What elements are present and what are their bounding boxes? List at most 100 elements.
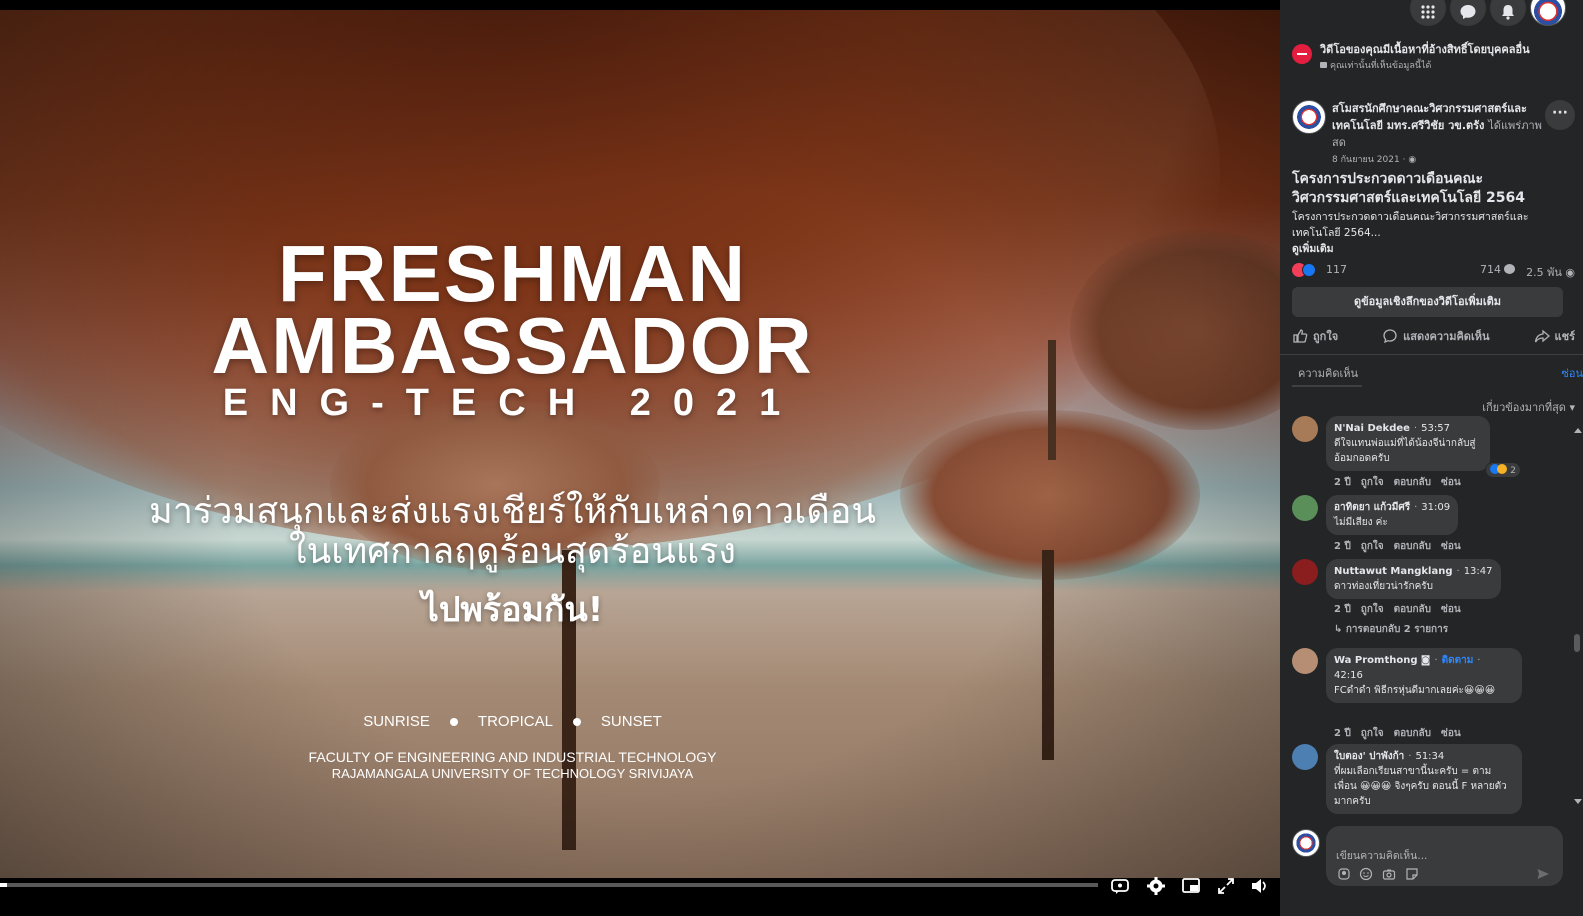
comment-like-button[interactable]: ถูกใจ <box>1361 477 1384 488</box>
comment-label[interactable]: แสดงความคิดเห็น <box>1403 327 1489 345</box>
scroll-down-icon[interactable] <box>1574 799 1582 804</box>
thumbs-up-icon <box>1293 329 1308 343</box>
vignette <box>0 10 1280 878</box>
avatar-sticker-icon[interactable] <box>1337 866 1351 880</box>
comment-like-button[interactable]: ถูกใจ <box>1361 728 1384 739</box>
view-replies-link[interactable]: ↳ การตอบกลับ 2 รายการ <box>1334 622 1448 637</box>
pip-icon[interactable] <box>1180 876 1202 896</box>
view-replies-label[interactable]: การตอบกลับ 2 รายการ <box>1346 624 1448 635</box>
comment-hide-button[interactable]: ซ่อน <box>1441 477 1461 488</box>
comment-count[interactable]: 714 <box>1480 263 1515 276</box>
comment-count-value[interactable]: 714 <box>1480 263 1501 276</box>
comment-age[interactable]: 2 ปี <box>1334 728 1351 739</box>
send-icon[interactable] <box>1536 866 1550 880</box>
progress-bar[interactable] <box>0 883 1098 887</box>
comment-bubble: อาทิตยา แก้วมีศรี · 31:09 ไม่มีเสียง ค่ะ <box>1326 495 1459 535</box>
messenger-button[interactable] <box>1450 0 1486 26</box>
sort-label[interactable]: เกี่ยวข้องมากที่สุด <box>1482 401 1566 414</box>
commenter-name[interactable]: N'Nai Dekdee <box>1334 423 1410 434</box>
post-stats: 117 714 2.5 พัน ◉ <box>1292 262 1575 281</box>
share-label[interactable]: แชร์ <box>1555 327 1575 345</box>
comment-text: ดาวท่องเที่ยวน่ารักครับ <box>1334 581 1433 592</box>
comment-reactions[interactable]: 2 <box>1486 463 1520 477</box>
comment-bubble-icon <box>1504 264 1515 274</box>
comment-age[interactable]: 2 ปี <box>1334 477 1351 488</box>
like-label[interactable]: ถูกใจ <box>1313 327 1338 345</box>
post-date[interactable]: 8 กันยายน 2021 · ◉ <box>1332 152 1416 166</box>
page-avatar[interactable] <box>1292 100 1326 134</box>
tab-comments[interactable]: ความคิดเห็น <box>1298 364 1358 382</box>
commenter-avatar[interactable] <box>1292 495 1318 521</box>
video-title-line2: AMBASSADOR <box>211 301 814 390</box>
comment-text: ที่ผมเลือกเรียนสาขานี้นะครับ = ตามเพื่อน… <box>1334 766 1507 807</box>
minus-circle-icon <box>1292 44 1312 64</box>
comment-button[interactable]: แสดงความคิดเห็น <box>1382 327 1490 345</box>
comment-timestamp[interactable]: 31:09 <box>1421 502 1450 513</box>
warning-text[interactable]: วิดีโอของคุณมีเนื้อหาที่อ้างสิทธิ์โดยบุค… <box>1320 40 1530 58</box>
comment-like-button[interactable]: ถูกใจ <box>1361 604 1384 615</box>
badge-icon: ◙ <box>1420 655 1431 666</box>
share-button[interactable]: แชร์ <box>1534 327 1575 345</box>
comments-scrollbar[interactable] <box>1573 428 1582 804</box>
comment-hide-button[interactable]: ซ่อน <box>1441 728 1461 739</box>
comment-bubble: ใบตอง' ปาพังก้า · 51:34 ที่ผมเลือกเรียนสาข… <box>1326 744 1522 814</box>
copyright-warning: วิดีโอของคุณมีเนื้อหาที่อ้างสิทธิ์โดยบุค… <box>1292 40 1575 74</box>
comment-timestamp[interactable]: 13:47 <box>1464 566 1493 577</box>
video-frame[interactable]: FRESHMAN AMBASSADOR ENG-TECH 2021 มาร่วม… <box>0 10 1280 878</box>
follow-link[interactable]: ติดตาม <box>1442 655 1474 666</box>
comment-reply-button[interactable]: ตอบกลับ <box>1394 477 1431 488</box>
see-more-link[interactable]: ดูเพิ่มเติม <box>1292 240 1334 257</box>
commenter-avatar[interactable] <box>1292 559 1318 585</box>
comment-reply-button[interactable]: ตอบกลับ <box>1394 728 1431 739</box>
video-player[interactable]: FRESHMAN AMBASSADOR ENG-TECH 2021 มาร่วม… <box>0 0 1280 916</box>
commenter-avatar[interactable] <box>1292 416 1318 442</box>
more-options-button[interactable]: ··· <box>1545 100 1575 130</box>
settings-icon[interactable] <box>1145 876 1167 896</box>
comment-like-button[interactable]: ถูกใจ <box>1361 541 1384 552</box>
commenter-avatar[interactable] <box>1292 744 1318 770</box>
notifications-button[interactable] <box>1490 0 1526 26</box>
comment-hide-button[interactable]: ซ่อน <box>1441 541 1461 552</box>
comment-age[interactable]: 2 ปี <box>1334 541 1351 552</box>
sticker-icon[interactable] <box>1405 866 1419 880</box>
commenter-avatar[interactable] <box>1292 648 1318 674</box>
video-insights-button[interactable]: ดูข้อมูลเชิงลึกของวิดีโอเพิ่มเติม <box>1292 287 1563 317</box>
scroll-thumb[interactable] <box>1574 634 1580 652</box>
comment-timestamp[interactable]: 51:34 <box>1415 751 1444 762</box>
separator: · <box>1477 655 1481 666</box>
scroll-up-icon[interactable] <box>1574 428 1582 433</box>
video-thai-text: มาร่วมสนุกและส่งแรงเชียร์ให้กับเหล่าดาวเ… <box>0 492 1025 572</box>
page-name[interactable]: สโมสรนักศึกษาคณะวิศวกรรมศาสตร์และเทคโนโล… <box>1332 100 1547 151</box>
emoji-icon[interactable] <box>1359 866 1373 881</box>
menu-grid-button[interactable] <box>1410 0 1446 26</box>
post-date-label[interactable]: 8 กันยายน 2021 · <box>1332 155 1405 165</box>
sort-dropdown[interactable]: เกี่ยวข้องมากที่สุด ▾ <box>1482 398 1575 416</box>
my-avatar[interactable] <box>1292 829 1320 857</box>
commenter-name[interactable]: Wa Promthong <box>1334 655 1418 666</box>
volume-icon[interactable] <box>1248 876 1270 896</box>
fullscreen-icon[interactable] <box>1215 876 1237 896</box>
comment-reply-button[interactable]: ตอบกลับ <box>1394 604 1431 615</box>
comment-timestamp[interactable]: 42:16 <box>1334 668 1514 683</box>
view-count[interactable]: 2.5 พัน ◉ <box>1526 263 1575 281</box>
messenger-icon <box>1460 5 1476 19</box>
view-count-value[interactable]: 2.5 พัน <box>1526 266 1562 279</box>
camera-icon[interactable] <box>1382 866 1396 880</box>
tab-underline <box>1292 385 1362 387</box>
commenter-name[interactable]: ใบตอง' ปาพังก้า <box>1334 751 1404 762</box>
like-button[interactable]: ถูกใจ <box>1292 327 1338 345</box>
comment-list: N'Nai Dekdee · 53:57 ดีใจแทนพ่อแม่ที่ได้น้… <box>1292 416 1568 814</box>
divider <box>1280 354 1583 355</box>
comment-hide-button[interactable]: ซ่อน <box>1441 604 1461 615</box>
hide-comments-link[interactable]: ซ่อน <box>1561 364 1583 382</box>
account-avatar[interactable] <box>1530 0 1566 26</box>
comment-reply-button[interactable]: ตอบกลับ <box>1394 541 1431 552</box>
comment-meta: 2 ปี ถูกใจ ตอบกลับ ซ่อน <box>1334 475 1471 490</box>
comment-timestamp[interactable]: 53:57 <box>1421 423 1450 434</box>
commenter-name[interactable]: อาทิตยา แก้วมีศรี <box>1334 502 1410 513</box>
video-faculty-line2: RAJAMANGALA UNIVERSITY OF TECHNOLOGY SRI… <box>331 766 694 781</box>
captions-icon[interactable] <box>1109 876 1131 896</box>
commenter-name[interactable]: Nuttawut Mangklang <box>1334 566 1453 577</box>
comment-age[interactable]: 2 ปี <box>1334 604 1351 615</box>
reaction-count[interactable]: 117 <box>1326 263 1347 276</box>
